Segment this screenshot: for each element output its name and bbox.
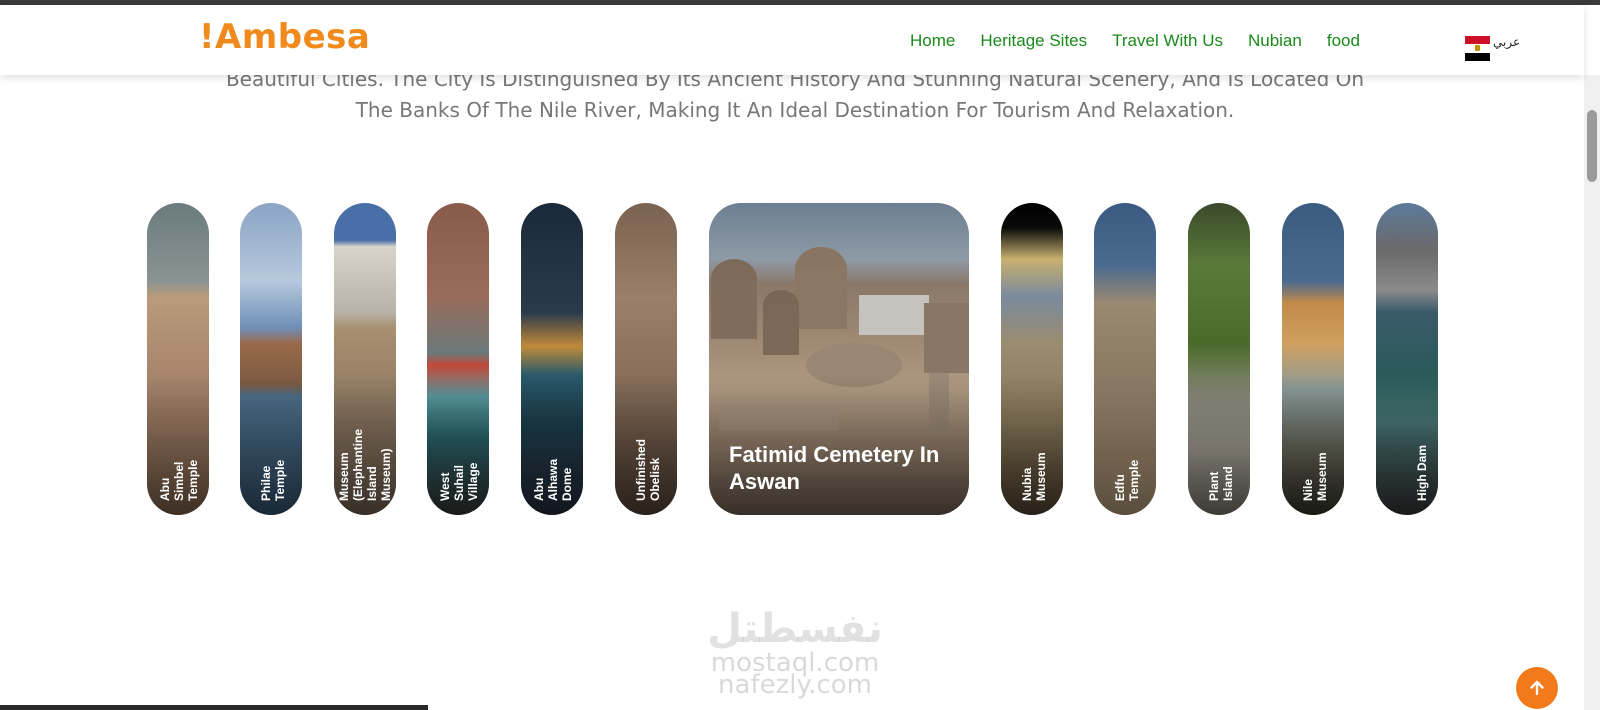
watermark: نفسطتل mostaql.com nafezly.com [690, 606, 900, 706]
nav-nubian[interactable]: Nubian [1248, 31, 1302, 51]
card-abu-alhawa[interactable]: Abu Alhawa Dome [521, 203, 583, 515]
card-label-unfinished-obelisk: Unfinished Obelisk [634, 439, 662, 501]
card-plant-island[interactable]: Plant Island [1188, 203, 1250, 515]
watermark-arabic: نفسطتل [707, 606, 883, 652]
language-label: عربي [1493, 35, 1521, 49]
card-unfinished-obelisk[interactable]: Unfinished Obelisk [615, 203, 677, 515]
card-label-abu-simbel: Abu Simbel Temple [158, 459, 200, 501]
intro-line-2: The Banks Of The Nile River, Making It A… [355, 98, 1235, 122]
nav-travel-with-us[interactable]: Travel With Us [1112, 31, 1223, 51]
scrollbar-thumb[interactable] [1587, 110, 1597, 182]
scroll-to-top-button[interactable] [1516, 667, 1558, 709]
card-label-high-dam: High Dam [1415, 444, 1429, 501]
card-west-suhail[interactable]: West Suhail Village [427, 203, 489, 515]
heritage-gallery: Abu Simbel Temple Philae Temple Museum (… [0, 203, 1584, 515]
arrow-up-icon [1530, 680, 1544, 696]
card-label-elephantine-museum: Museum (Elephantine Island Museum) [337, 428, 393, 501]
card-label-west-suhail: West Suhail Village [438, 462, 480, 501]
card-label-philae: Philae Temple [259, 459, 287, 501]
language-switch[interactable]: عربي [1493, 35, 1520, 49]
card-label-plant-island: Plant Island [1207, 466, 1235, 501]
site-logo[interactable]: !Ambesa [199, 17, 370, 57]
card-label-nile-museum: Nile Museum [1301, 452, 1329, 501]
nav-home[interactable]: Home [910, 31, 955, 51]
card-elephantine-museum[interactable]: Museum (Elephantine Island Museum) [334, 203, 396, 515]
card-fatimid-cemetery[interactable]: Fatimid Cemetery In Aswan [709, 203, 969, 515]
main-nav: Home Heritage Sites Travel With Us Nubia… [910, 31, 1385, 51]
card-label-nubia-museum: Nubia Museum [1020, 452, 1048, 501]
card-nubia-museum[interactable]: Nubia Museum [1001, 203, 1063, 515]
card-edfu-temple[interactable]: Edfu Temple [1094, 203, 1156, 515]
navbar: !Ambesa Home Heritage Sites Travel With … [0, 5, 1584, 75]
card-nile-museum[interactable]: Nile Museum [1282, 203, 1344, 515]
egypt-flag-icon[interactable] [1465, 36, 1490, 61]
card-label-fatimid-cemetery: Fatimid Cemetery In Aswan [729, 442, 940, 494]
nav-heritage-sites[interactable]: Heritage Sites [980, 31, 1087, 51]
bottom-strip [0, 705, 428, 710]
card-philae[interactable]: Philae Temple [240, 203, 302, 515]
watermark-nafezly: nafezly.com [718, 670, 872, 700]
card-label-edfu-temple: Edfu Temple [1113, 459, 1141, 501]
nav-food[interactable]: food [1327, 31, 1360, 51]
card-label-abu-alhawa: Abu Alhawa Dome [532, 458, 574, 501]
card-high-dam[interactable]: High Dam [1376, 203, 1438, 515]
card-abu-simbel[interactable]: Abu Simbel Temple [147, 203, 209, 515]
